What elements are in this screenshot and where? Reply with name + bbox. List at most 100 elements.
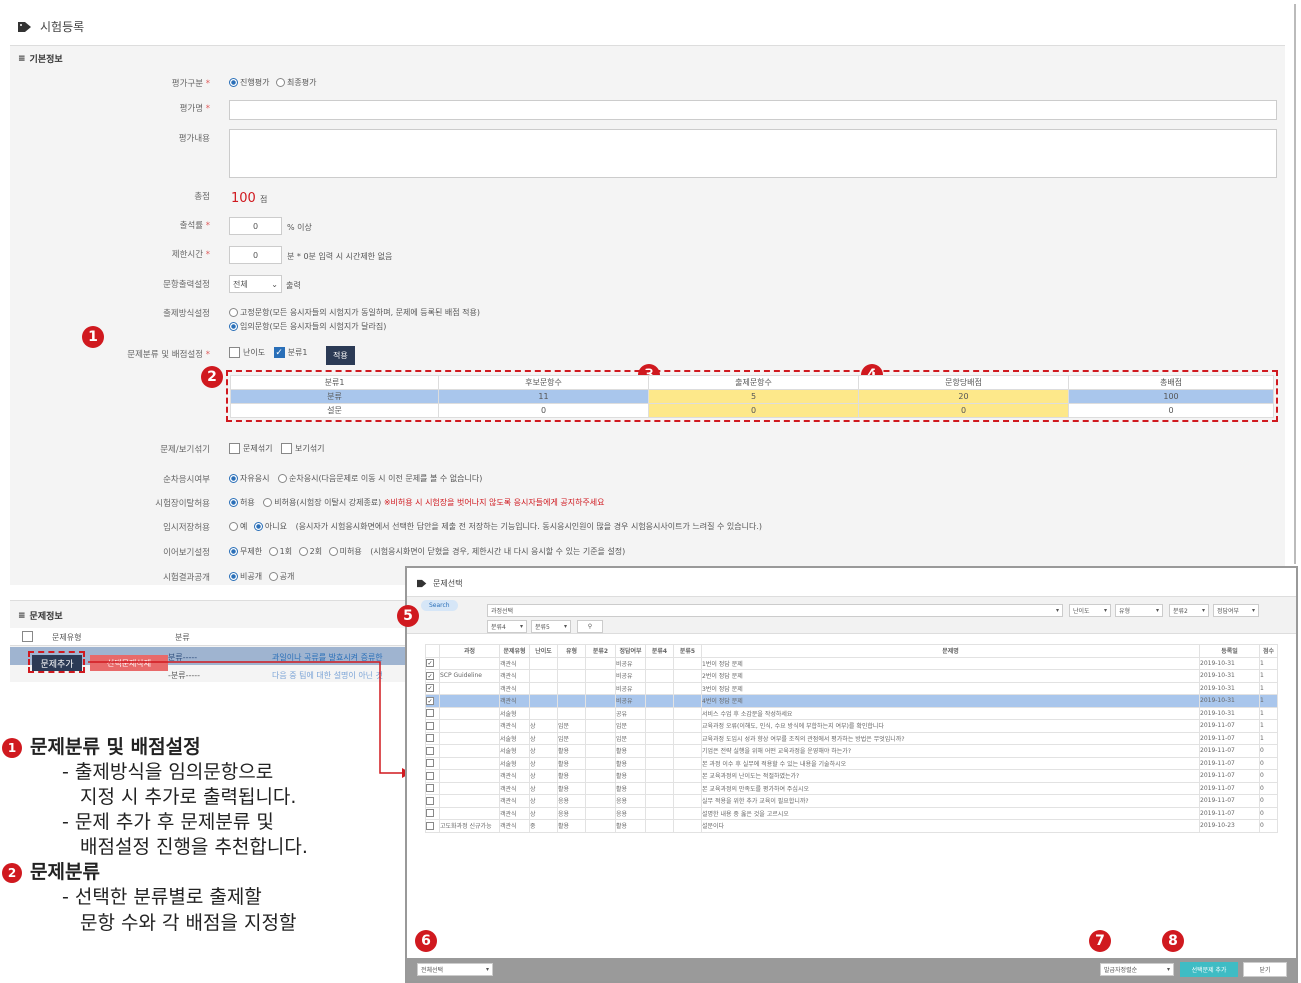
row-checkbox[interactable] xyxy=(426,759,434,768)
sort-dropdown[interactable]: 발급자정렬순 ▾ xyxy=(1100,963,1174,976)
question-table-row[interactable]: 객관식 상 입문 입문 교육과정 오류(이해도, 인식, 수요 방식에 부합하는지 여부… xyxy=(425,719,1278,733)
score-input[interactable]: 0 xyxy=(858,403,1069,418)
question-cell xyxy=(585,656,616,670)
question-table-row[interactable]: 객관식 상 응용 응용 설명한 내용 중 옳은 것을 고르시오 2019-11-07 0 xyxy=(425,806,1278,820)
question-table-row[interactable]: 객관식 상 응용 응용 실무 적용을 위한 추가 교육이 필요합니까? 2019-11-0… xyxy=(425,794,1278,808)
row-checkbox[interactable]: ✓ xyxy=(426,671,434,680)
question-table-row[interactable]: 서술형 상 활용 활용 본 과정 이수 후 실무에 적용할 수 있는 내용을 기술하시오… xyxy=(425,756,1278,770)
question-cell: 상 xyxy=(529,794,558,808)
attendance-input[interactable] xyxy=(229,217,282,235)
row-checkbox[interactable] xyxy=(426,796,434,805)
answer-select[interactable]: 정답여부 ▾ xyxy=(1213,604,1259,617)
count-input[interactable]: 0 xyxy=(648,403,859,418)
question-cell xyxy=(645,794,674,808)
question-table-row[interactable]: 객관식 상 활용 활용 본 교육과정의 만족도를 평가하여 주십시오 2019-11-07… xyxy=(425,781,1278,795)
add-selected-button[interactable]: 선택문제 추가 xyxy=(1180,962,1238,977)
row-checkbox[interactable]: ✓ xyxy=(426,659,434,668)
result-radio-1[interactable] xyxy=(229,572,238,581)
apply-button[interactable]: 적용 xyxy=(326,346,355,365)
basic-info-header: ≡ 기본정보 xyxy=(18,52,63,66)
search-tab[interactable]: Search xyxy=(421,600,458,611)
difficulty-select[interactable]: 난이도 ▾ xyxy=(1069,604,1111,617)
class4-select[interactable]: 분류4 ▾ xyxy=(487,620,527,633)
row-checkbox-cell[interactable] xyxy=(425,744,440,758)
question-table-row[interactable]: 서술형 상 활용 활용 기업은 전략 실행을 위해 어떤 교육과정을 운영해야 하는가?… xyxy=(425,744,1278,758)
method-radio-2[interactable] xyxy=(229,322,238,331)
row-checkbox-cell[interactable] xyxy=(425,781,440,795)
question-table-row[interactable]: ✓ 객관식 비공유 3번이 정답 문제 2019-10-31 1 xyxy=(425,681,1278,695)
tempsave-radio-2[interactable] xyxy=(253,522,263,531)
print-select[interactable]: 전체 ⌄ xyxy=(229,275,282,293)
row-checkbox[interactable]: ✓ xyxy=(426,684,434,693)
leave-radio-1[interactable] xyxy=(229,498,238,507)
select-all-dropdown[interactable]: 전체선택 ▾ xyxy=(417,963,493,976)
question-table-row[interactable]: 서술형 공유 서비스 수업 후 소감문을 작성하세요 2019-10-31 1 xyxy=(425,706,1278,720)
row-checkbox[interactable] xyxy=(426,771,434,780)
class2-select[interactable]: 분류2 ▾ xyxy=(1169,604,1209,617)
result-radio-2[interactable] xyxy=(268,572,278,581)
search-button[interactable]: ⚲ xyxy=(577,620,603,633)
resume-radio-3[interactable] xyxy=(298,547,308,556)
class-cell: 설문 xyxy=(230,403,439,418)
row-checkbox-cell[interactable] xyxy=(425,794,440,808)
row-checkbox-cell[interactable]: ✓ xyxy=(425,669,440,683)
method-radio-1[interactable] xyxy=(229,308,238,317)
shuffle-q-checkbox[interactable] xyxy=(229,443,240,454)
tempsave-radio-1[interactable] xyxy=(229,522,238,531)
eval-content-textarea[interactable] xyxy=(229,129,1277,178)
question-cell xyxy=(585,794,616,808)
order-radio-2[interactable] xyxy=(278,474,287,483)
row-checkbox[interactable] xyxy=(426,809,434,818)
row-checkbox-cell[interactable]: ✓ xyxy=(425,656,440,670)
resume-radio-1[interactable] xyxy=(229,547,238,556)
class1-checkbox[interactable]: ✓ xyxy=(273,347,285,358)
question-cell xyxy=(645,756,674,770)
row-checkbox[interactable] xyxy=(426,734,434,743)
question-table-row[interactable]: ✓ 객관식 비공유 4번이 정답 문제 2019-10-31 1 xyxy=(425,694,1278,708)
row-checkbox[interactable]: ✓ xyxy=(426,696,434,705)
row-checkbox-cell[interactable] xyxy=(425,819,440,833)
scrollbar[interactable] xyxy=(1294,4,1296,564)
eval-type-radio-2[interactable] xyxy=(276,78,285,87)
row-checkbox[interactable] xyxy=(426,709,434,718)
shuffle-a-checkbox[interactable] xyxy=(281,443,292,454)
question-cell xyxy=(557,706,586,720)
row-checkbox-cell[interactable] xyxy=(425,719,440,733)
order-radio-1[interactable] xyxy=(229,474,238,483)
row-checkbox-cell[interactable] xyxy=(425,706,440,720)
question-table-row[interactable]: ✓ SCP Guideline 객관식 비공유 2번이 정답 문제 2019-10-31 1 xyxy=(425,669,1278,683)
row-checkbox-cell[interactable] xyxy=(425,769,440,783)
question-table-row[interactable]: 고도화과정 신규가능 객관식 중 활용 활용 설문이다 2019-10-23 0 xyxy=(425,819,1278,833)
eval-type-radio-1[interactable] xyxy=(229,78,238,87)
row-checkbox[interactable] xyxy=(426,784,434,793)
method-opt-1: 고정문항(모든 응시자들의 시험지가 동일하며, 문제에 등록된 배점 적용) xyxy=(229,307,480,318)
row-checkbox-cell[interactable] xyxy=(425,756,440,770)
class5-select[interactable]: 분류5 ▾ xyxy=(531,620,571,633)
row-checkbox-cell[interactable]: ✓ xyxy=(425,694,440,708)
difficulty-checkbox[interactable] xyxy=(229,347,240,358)
leave-radio-2[interactable] xyxy=(263,498,273,507)
resume-radio-4[interactable] xyxy=(328,547,338,556)
timelimit-input[interactable] xyxy=(229,246,282,264)
question-cell: 1번이 정답 문제 xyxy=(701,656,1200,670)
type-select[interactable]: 유형 ▾ xyxy=(1115,604,1163,617)
row-checkbox-cell[interactable]: ✓ xyxy=(425,681,440,695)
row-checkbox[interactable] xyxy=(426,821,434,830)
row-checkbox-cell[interactable] xyxy=(425,806,440,820)
course-select[interactable]: 과정선택 ▾ xyxy=(487,604,1063,617)
resume-radio-2[interactable] xyxy=(268,547,278,556)
count-input[interactable]: 5 xyxy=(648,389,859,404)
question-table-row[interactable]: 서술형 상 입문 입문 교육과정 도입시 성과 향상 여부를 조직의 관점에서 평가하는… xyxy=(425,731,1278,745)
row-checkbox-cell[interactable] xyxy=(425,731,440,745)
question-cell: 2019-11-07 xyxy=(1199,719,1260,733)
close-button[interactable]: 닫기 xyxy=(1243,962,1287,977)
question-table-row[interactable]: ✓ 객관식 비공유 1번이 정답 문제 2019-10-31 1 xyxy=(425,656,1278,670)
score-input[interactable]: 20 xyxy=(858,389,1069,404)
select-all-checkbox[interactable] xyxy=(22,631,33,642)
question-cell: 서술형 xyxy=(499,756,530,770)
eval-name-input[interactable] xyxy=(229,100,1277,120)
question-table-row[interactable]: 객관식 상 활용 활용 본 교육과정의 난이도는 적절하였는가? 2019-11-07 0 xyxy=(425,769,1278,783)
row-checkbox[interactable] xyxy=(426,721,434,730)
row-checkbox[interactable] xyxy=(426,746,434,755)
add-question-button[interactable]: 문제추가 xyxy=(32,655,82,671)
